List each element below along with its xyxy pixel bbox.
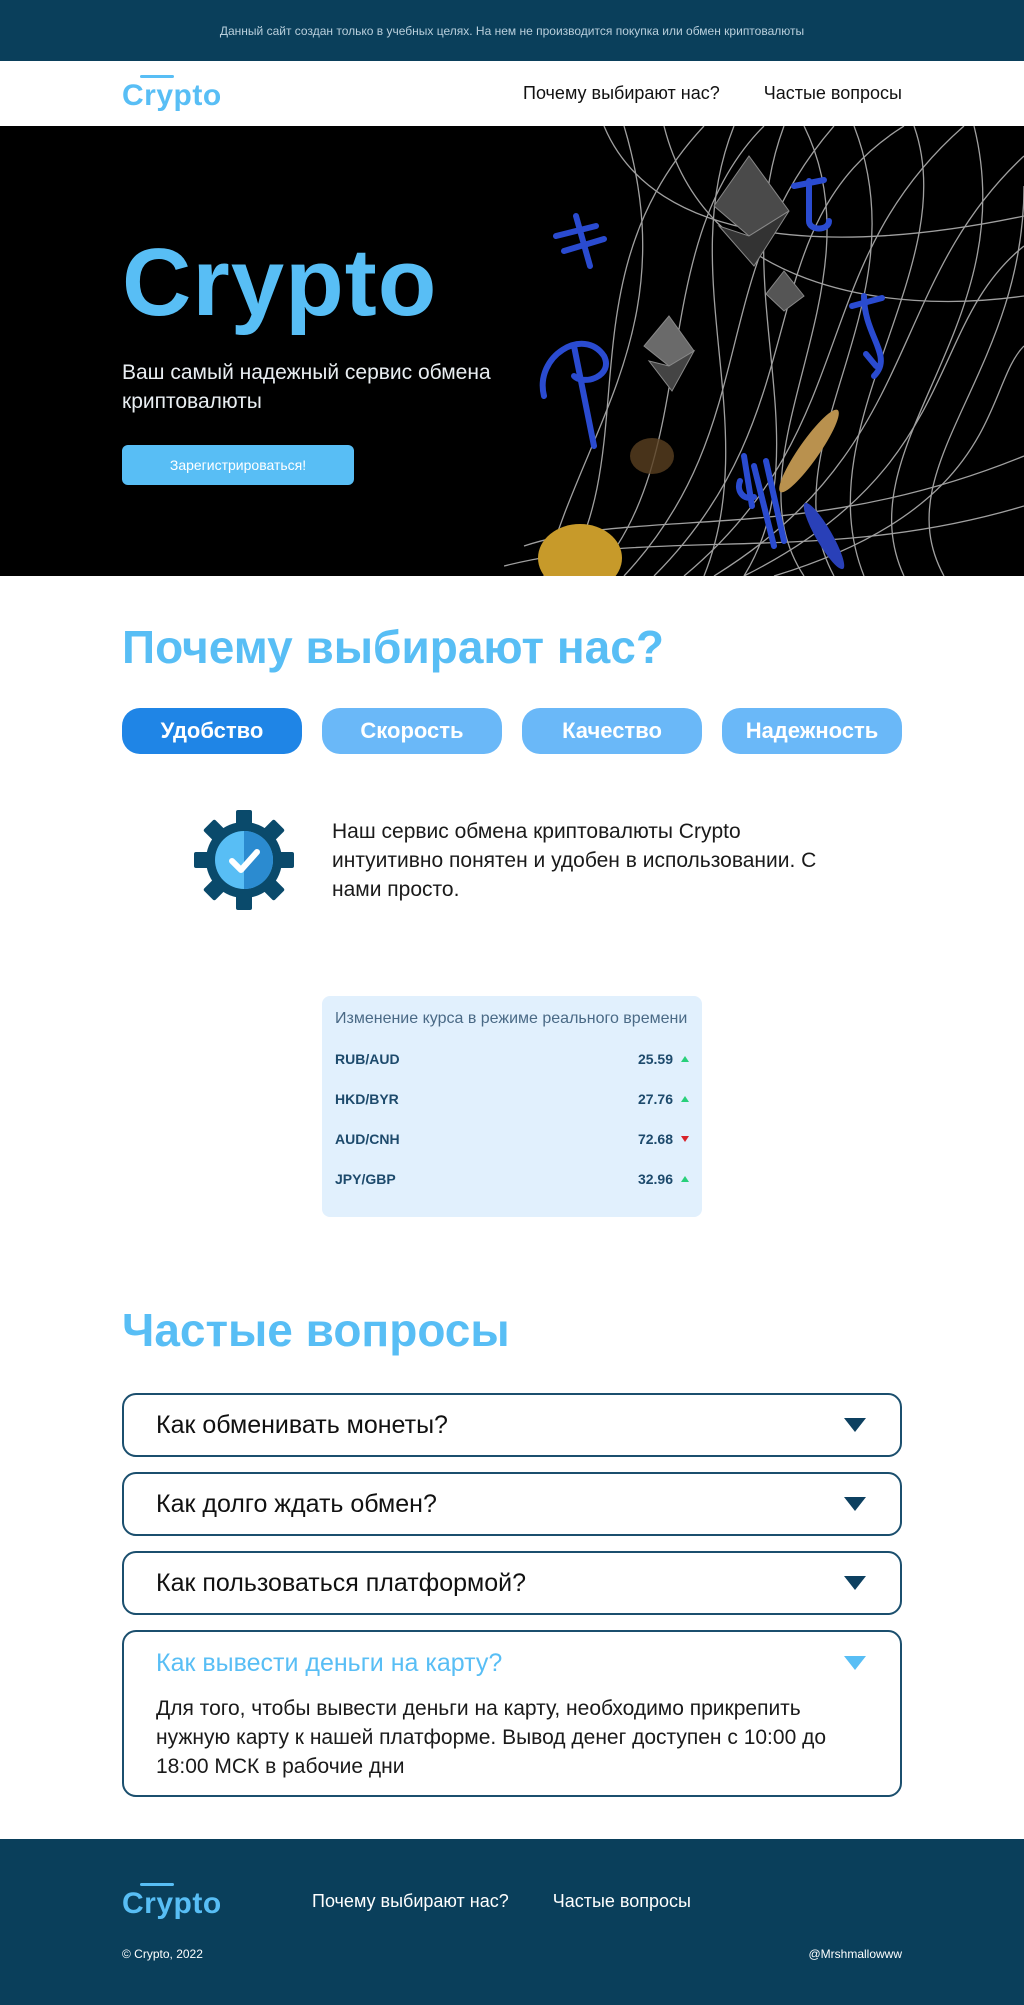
why-title: Почему выбирают нас?	[122, 621, 664, 673]
rate-pair: AUD/CNH	[335, 1131, 400, 1147]
tab-reliability[interactable]: Надежность	[722, 708, 902, 754]
rate-pair: HKD/BYR	[335, 1091, 399, 1107]
tab-quality[interactable]: Качество	[522, 708, 702, 754]
hero-title: Crypto	[122, 229, 438, 336]
chevron-down-icon[interactable]	[844, 1656, 866, 1670]
faq-item[interactable]: Как обменивать монеты?	[122, 1393, 902, 1457]
footer-logo-text: Crypto	[122, 1887, 222, 1920]
nav-link-faq[interactable]: Частые вопросы	[764, 83, 902, 104]
faq-item[interactable]: Как пользоваться платформой?	[122, 1551, 902, 1615]
faq-question: Как долго ждать обмен?	[156, 1489, 437, 1518]
footer-link-why[interactable]: Почему выбирают нас?	[312, 1891, 509, 1912]
faq-answer: Для того, чтобы вывести деньги на карту,…	[156, 1697, 827, 1778]
author-handle[interactable]: @Mrshmallowww	[808, 1947, 902, 1961]
rate-pair: RUB/AUD	[335, 1051, 400, 1067]
faq-item[interactable]: Как долго ждать обмен?	[122, 1472, 902, 1536]
faq-item-open[interactable]: Как вывести деньги на карту? Для того, ч…	[122, 1630, 902, 1797]
chevron-down-icon[interactable]	[844, 1497, 866, 1511]
logo-text: Crypto	[122, 78, 222, 112]
footer-nav: Почему выбирают нас? Частые вопросы	[312, 1891, 691, 1912]
logo[interactable]: Crypto	[122, 74, 222, 113]
faq-question: Как вывести деньги на карту?	[156, 1648, 503, 1677]
rate-row: AUD/CNH 72.68	[335, 1119, 689, 1159]
nav-link-why[interactable]: Почему выбирают нас?	[523, 83, 720, 104]
tab-convenience[interactable]: Удобство	[122, 708, 302, 754]
disclaimer-text: Данный сайт создан только в учебных целя…	[219, 23, 805, 38]
footer-link-faq[interactable]: Частые вопросы	[553, 1891, 691, 1912]
rate-row: JPY/GBP 32.96	[335, 1159, 689, 1199]
trend-up-icon	[681, 1056, 689, 1062]
gear-check-icon	[194, 810, 294, 910]
chevron-down-icon[interactable]	[844, 1576, 866, 1590]
trend-up-icon	[681, 1176, 689, 1182]
feature-description: Наш сервис обмена криптовалюты Crypto ин…	[332, 819, 817, 901]
rate-row: RUB/AUD 25.59	[335, 1039, 689, 1079]
hero-section: Crypto Ваш самый надежный сервис обмена …	[0, 126, 1024, 576]
site-header: Crypto Почему выбирают нас? Частые вопро…	[0, 61, 1024, 126]
rate-pair: JPY/GBP	[335, 1171, 396, 1187]
rate-value: 72.68	[637, 1131, 673, 1147]
why-section: Почему выбирают нас? Удобство Скорость К…	[0, 576, 1024, 1217]
footer-logo[interactable]: Crypto	[122, 1883, 222, 1921]
rate-value: 32.96	[637, 1171, 673, 1187]
copyright: © Crypto, 2022	[122, 1947, 203, 1961]
chevron-down-icon[interactable]	[844, 1418, 866, 1432]
rate-value: 25.59	[637, 1051, 673, 1067]
faq-title: Частые вопросы	[122, 1304, 510, 1356]
exchange-rates-widget: Изменение курса в режиме реального време…	[322, 996, 702, 1217]
rates-title: Изменение курса в режиме реального време…	[335, 1010, 688, 1027]
rate-row: HKD/BYR 27.76	[335, 1079, 689, 1119]
rate-value: 27.76	[637, 1091, 673, 1107]
faq-question: Как пользоваться платформой?	[156, 1568, 527, 1597]
register-button[interactable]: Зарегистрироваться!	[122, 445, 354, 485]
tab-speed[interactable]: Скорость	[322, 708, 502, 754]
hero-subtitle: Ваш самый надежный сервис обмена криптов…	[122, 361, 491, 413]
site-footer: Crypto Почему выбирают нас? Частые вопро…	[0, 1839, 1024, 2005]
feature-tabs: Удобство Скорость Качество Надежность	[122, 708, 902, 754]
faq-question: Как обменивать монеты?	[156, 1410, 448, 1439]
faq-section: Частые вопросы Как обменивать монеты? Ка…	[0, 1217, 1024, 1797]
disclaimer-bar: Данный сайт создан только в учебных целя…	[0, 0, 1024, 61]
faq-list: Как обменивать монеты? Как долго ждать о…	[122, 1393, 902, 1797]
trend-up-icon	[681, 1096, 689, 1102]
main-nav: Почему выбирают нас? Частые вопросы	[523, 83, 902, 104]
feature-panel: Наш сервис обмена криптовалюты Crypto ин…	[192, 808, 902, 912]
trend-down-icon	[681, 1136, 689, 1142]
